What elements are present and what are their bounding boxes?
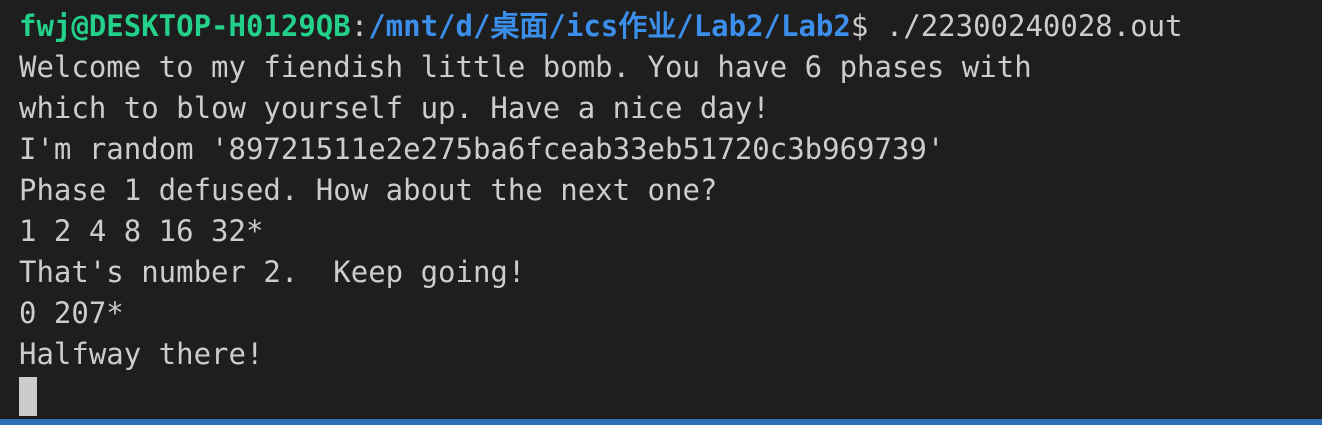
output-line: Phase 1 defused. How about the next one?	[19, 173, 718, 207]
output-line: Halfway there!	[19, 337, 264, 371]
prompt-separator: :	[350, 9, 369, 43]
prompt-symbol: $	[850, 9, 869, 43]
output-line: That's number 2. Keep going!	[19, 255, 526, 289]
output-line: I'm random '89721511e2e275ba6fceab33eb51…	[19, 132, 945, 166]
prompt-command: ./22300240028.out	[868, 9, 1183, 43]
terminal-window[interactable]: fwj@DESKTOP-H0129QB:/mnt/d/桌面/ics作业/Lab2…	[0, 0, 1322, 425]
prompt-line: fwj@DESKTOP-H0129QB:/mnt/d/桌面/ics作业/Lab2…	[19, 6, 1322, 47]
output-line: which to blow yourself up. Have a nice d…	[19, 91, 770, 125]
text-cursor	[19, 377, 37, 416]
status-bar	[0, 419, 1322, 425]
input-line[interactable]	[19, 375, 1322, 416]
output-line: Welcome to my fiendish little bomb. You …	[19, 50, 1032, 84]
prompt-cwd: /mnt/d/桌面/ics作业/Lab2/Lab2	[368, 9, 851, 43]
prompt-user-host: fwj@DESKTOP-H0129QB	[19, 9, 351, 43]
output-line: 0 207*	[19, 296, 124, 330]
output-line: 1 2 4 8 16 32*	[19, 214, 264, 248]
